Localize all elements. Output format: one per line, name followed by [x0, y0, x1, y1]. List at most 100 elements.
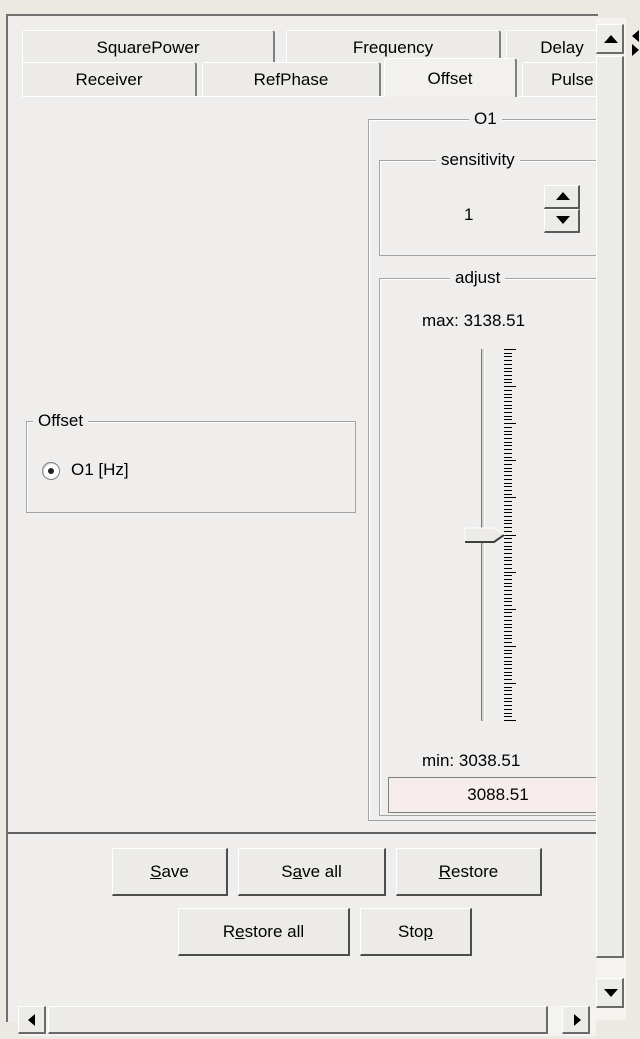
button-bar-separator [8, 832, 598, 834]
horizontal-scroll-thumb[interactable] [48, 1006, 548, 1034]
slider-tick [504, 672, 512, 673]
slider-tick [504, 434, 512, 435]
offset-value-field[interactable]: 3088.51 [388, 777, 598, 813]
slider-tick [504, 646, 516, 647]
slider-tick [504, 494, 512, 495]
sensitivity-value: 1 [464, 205, 474, 224]
tab-label: Frequency [352, 38, 434, 57]
slider-tick [504, 405, 512, 406]
tab-receiver[interactable]: Receiver [22, 62, 197, 97]
scroll-right-button[interactable] [562, 1006, 590, 1034]
slider-tick [504, 356, 512, 357]
tab-refphase[interactable]: RefPhase [202, 62, 381, 97]
slider-tick [504, 594, 512, 595]
max-value: 3138.51 [463, 311, 526, 330]
restore-button[interactable]: Restore [396, 848, 542, 896]
slider-tick [504, 390, 512, 391]
slider-tick [504, 516, 512, 517]
slider-tick [504, 360, 512, 361]
scroll-left-button[interactable] [18, 1006, 46, 1034]
slider-tick [504, 520, 512, 521]
sensitivity-title: sensitivity [436, 150, 520, 170]
offset-tab-content: Offset O1 [Hz] O1 sensitivity 1 adjust m… [22, 96, 598, 847]
slider-tick [504, 368, 512, 369]
slider-tick [504, 720, 516, 721]
sensitivity-increase-button[interactable] [544, 185, 580, 209]
slider-tick [504, 653, 512, 654]
slider-tick [504, 661, 512, 662]
save-button[interactable]: Save [112, 848, 228, 896]
slider-tick [504, 650, 512, 651]
offset-slider[interactable] [464, 349, 524, 721]
slider-tick [504, 416, 512, 417]
sensitivity-decrease-button[interactable] [544, 209, 580, 233]
slider-tick [504, 549, 512, 550]
tab-delay[interactable]: Delay [506, 30, 598, 65]
slider-tick [504, 627, 512, 628]
slider-tick [504, 690, 512, 691]
scroll-down-button[interactable] [596, 978, 624, 1008]
save-all-button[interactable]: Save all [238, 848, 386, 896]
max-readout: max: 3138.51 [422, 311, 525, 331]
slider-tick [504, 687, 512, 688]
slider-tick [504, 349, 516, 350]
tab-label: Pulse [551, 70, 594, 89]
slider-tick [504, 419, 512, 420]
slider-tick [504, 512, 512, 513]
tab-offset[interactable]: Offset [384, 58, 517, 97]
slider-tick [504, 612, 512, 613]
tab-label: RefPhase [253, 70, 329, 89]
vertical-scrollbar[interactable] [596, 18, 626, 1020]
slider-tick [504, 683, 516, 684]
slider-tick [504, 486, 512, 487]
sensitivity-group: sensitivity 1 [379, 150, 598, 256]
o1-radio-button[interactable] [42, 462, 60, 480]
restore-label-post: estore [451, 862, 499, 881]
min-value: 3038.51 [458, 751, 521, 770]
restore-all-button[interactable]: Restore all [178, 908, 350, 956]
o1-group: O1 sensitivity 1 adjust max: 3138.51 min… [368, 109, 598, 821]
radio-dot [48, 468, 54, 474]
slider-tick [504, 479, 512, 480]
arrow-left-icon [632, 30, 639, 42]
slider-tick [504, 709, 512, 710]
offset-value: 3088.51 [467, 785, 529, 804]
slider-tick [504, 716, 512, 717]
horizontal-scrollbar[interactable] [18, 1006, 596, 1036]
tab-label: Delay [540, 38, 584, 57]
tab-pulse[interactable]: Pulse [522, 62, 598, 97]
save-all-label-mnemonic: a [292, 862, 303, 881]
slider-tick [504, 401, 512, 402]
slider-tick [504, 371, 512, 372]
min-label: min: [422, 751, 455, 770]
scroll-thumb[interactable] [596, 56, 624, 958]
slider-tick [504, 657, 512, 658]
slider-tick [504, 442, 512, 443]
scroll-up-button[interactable] [596, 24, 624, 54]
slider-tick [504, 575, 512, 576]
slider-tick [504, 353, 512, 354]
tab-squarepower[interactable]: SquarePower [22, 30, 275, 65]
slider-tick [504, 598, 512, 599]
slider-tick [504, 568, 512, 569]
slider-tick [504, 497, 516, 498]
stop-button[interactable]: Stop [360, 908, 472, 956]
slider-tick [504, 471, 512, 472]
slider-tick [504, 423, 516, 424]
slider-thumb[interactable] [464, 524, 505, 546]
slider-tick [504, 457, 512, 458]
arrow-left-icon [28, 1014, 35, 1026]
slider-tick [504, 579, 512, 580]
splitter-arrows[interactable] [630, 30, 640, 70]
slider-tick [504, 601, 512, 602]
slider-tick [504, 546, 512, 547]
slider-tick [504, 560, 512, 561]
arrow-up-icon [604, 35, 618, 43]
slider-tick [504, 379, 512, 380]
slider-thumb-icon [464, 527, 505, 543]
slider-tick [504, 631, 512, 632]
offset-group: Offset O1 [Hz] [26, 411, 356, 513]
slider-tick [504, 635, 512, 636]
save-label-mnemonic: S [150, 862, 162, 881]
tab-label: Receiver [75, 70, 143, 89]
